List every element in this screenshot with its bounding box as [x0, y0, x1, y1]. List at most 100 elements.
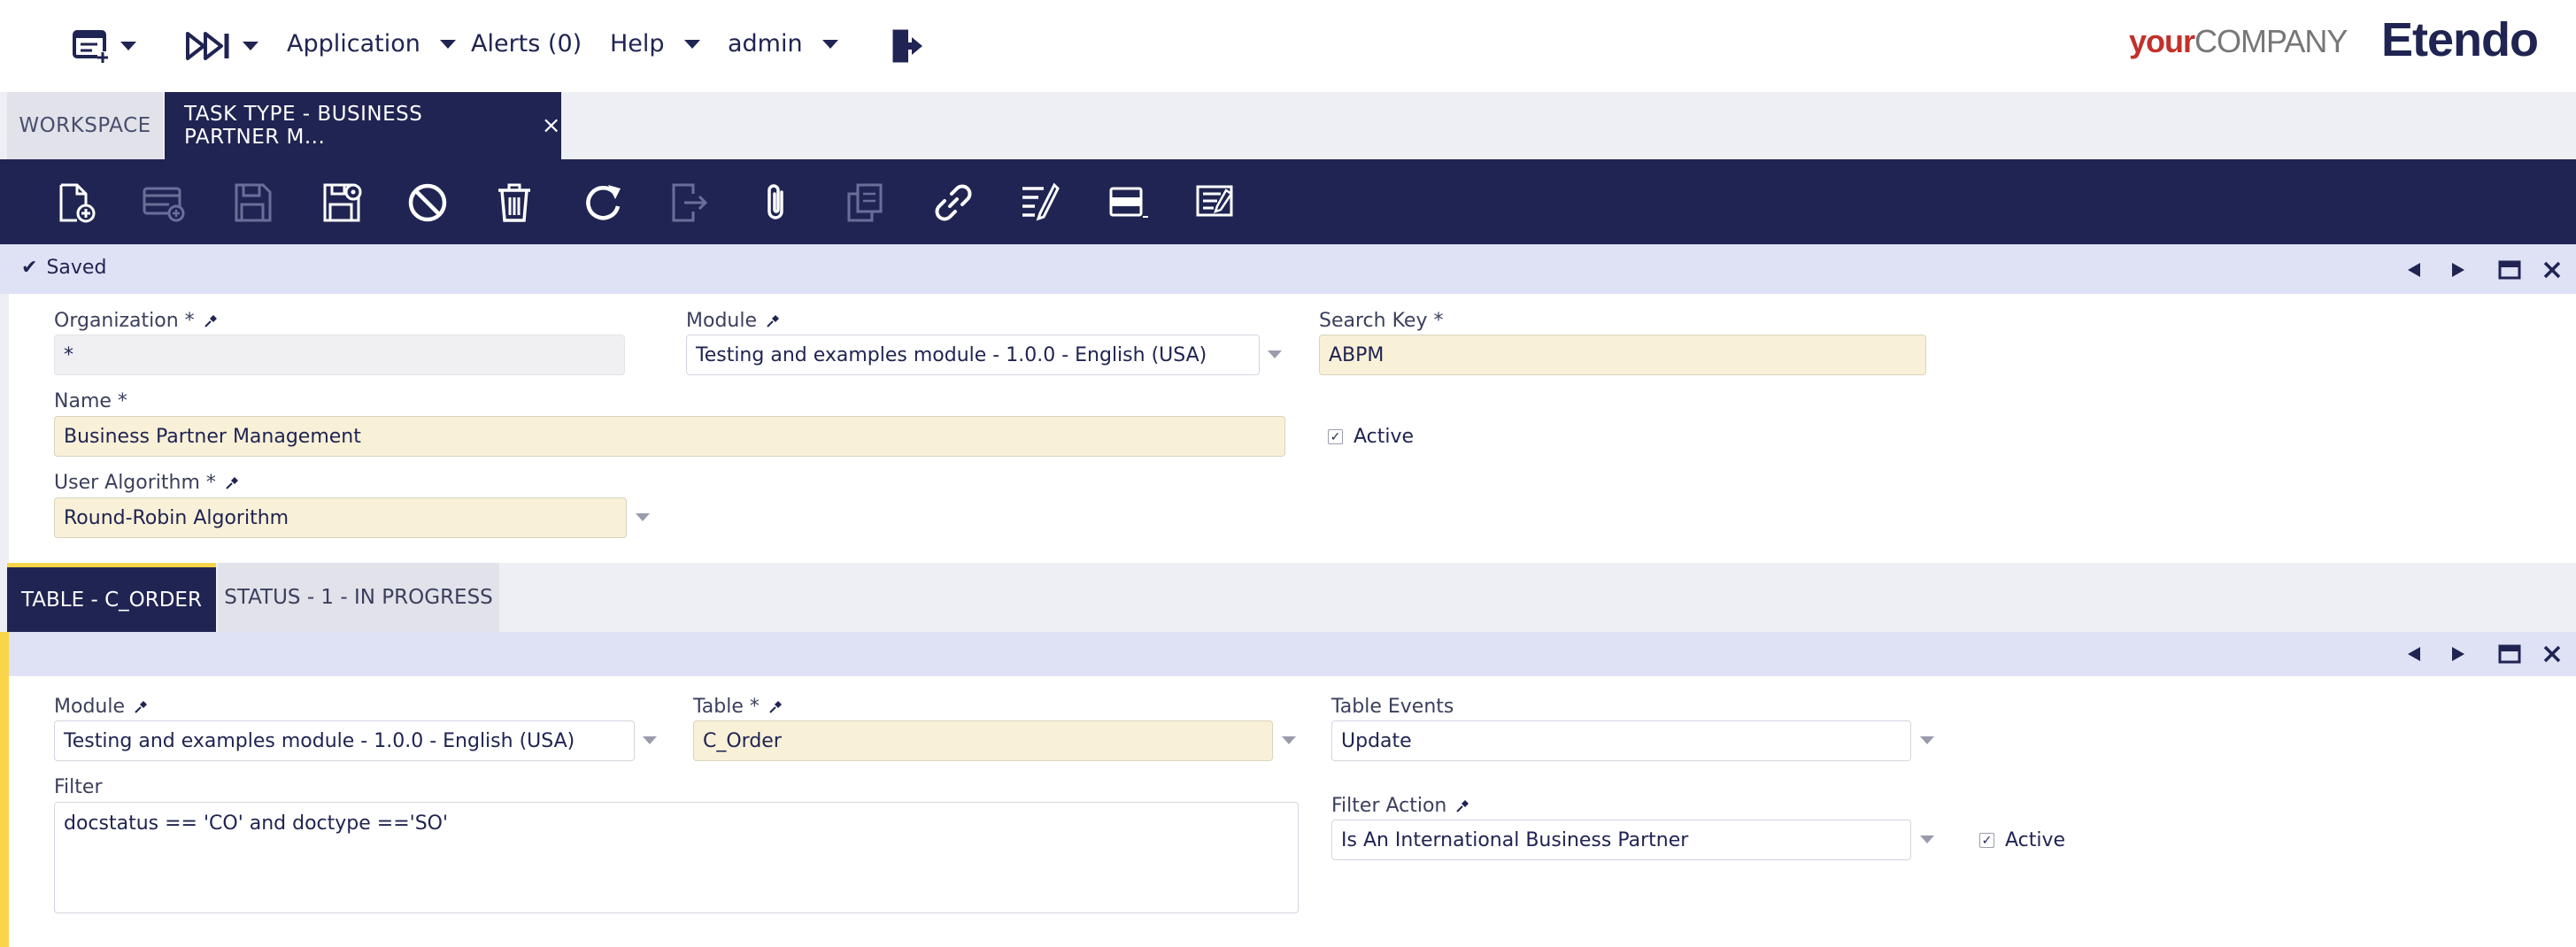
maximize-icon: [2498, 644, 2521, 664]
form-left-border: [0, 294, 9, 563]
help-menu[interactable]: Help: [610, 30, 700, 58]
undo-button[interactable]: [405, 181, 450, 225]
link-icon: [935, 184, 972, 221]
next-record-button[interactable]: [2447, 258, 2470, 281]
close-icon[interactable]: ×: [542, 112, 561, 139]
table-events-select[interactable]: Update: [1331, 720, 1911, 761]
chevron-down-icon: [120, 42, 136, 50]
pin-icon: [135, 700, 147, 713]
tab-workspace[interactable]: WORKSPACE: [7, 92, 163, 159]
delete-icon: [498, 183, 530, 222]
child-module-select[interactable]: Testing and examples module - 1.0.0 - En…: [54, 720, 635, 761]
undo-icon: [408, 183, 447, 222]
application-menu-label: Application: [287, 30, 420, 58]
tab-status-in-progress[interactable]: STATUS - 1 - IN PROGRESS: [218, 563, 499, 632]
status-text: Saved: [46, 257, 107, 279]
link-button[interactable]: [931, 181, 976, 225]
search-key-field[interactable]: ABPM: [1319, 335, 1926, 375]
name-label: Name *: [54, 390, 127, 412]
dropdown-arrow-icon[interactable]: [1920, 736, 1934, 744]
maximize-button[interactable]: [2498, 258, 2521, 281]
tab-workspace-label: WORKSPACE: [19, 114, 151, 137]
export-icon: [672, 183, 708, 222]
new-document-icon: [59, 183, 96, 223]
refresh-icon: [586, 185, 621, 220]
user-menu[interactable]: admin: [728, 30, 838, 58]
dropdown-arrow-icon[interactable]: [643, 736, 657, 744]
grid-form-toggle-button[interactable]: [1107, 181, 1151, 225]
clone-icon: [847, 183, 883, 222]
status-bar: ✔ Saved: [0, 244, 2576, 294]
tab-task-type-label: TASK TYPE - BUSINESS PARTNER M...: [184, 103, 423, 149]
active-checkbox[interactable]: ✓ Active: [1328, 426, 1414, 448]
chevron-down-icon: [821, 39, 838, 49]
checkmark-icon: ✔: [21, 257, 38, 279]
pin-icon: [767, 314, 779, 327]
attachment-icon: [767, 184, 783, 219]
name-field[interactable]: Business Partner Management: [54, 416, 1285, 457]
tab-task-type[interactable]: TASK TYPE - BUSINESS PARTNER M... ×: [165, 92, 561, 159]
checkbox-checked-icon: ✓: [1979, 833, 1994, 848]
tab-status-in-progress-label: STATUS - 1 - IN PROGRESS: [224, 586, 493, 609]
dropdown-arrow-icon[interactable]: [1282, 736, 1296, 744]
save-close-button[interactable]: [319, 181, 363, 225]
user-menu-label: admin: [728, 30, 803, 58]
refresh-button[interactable]: [581, 181, 625, 225]
filter-label: Filter: [54, 776, 103, 798]
user-algorithm-label: User Algorithm *: [54, 472, 239, 494]
organization-label: Organization *: [54, 310, 218, 332]
arrow-left-icon: [2408, 263, 2420, 277]
clone-button[interactable]: [843, 181, 887, 225]
child-status-bar: [0, 632, 2576, 676]
dropdown-arrow-icon[interactable]: [636, 513, 650, 521]
save-close-icon: [323, 183, 362, 222]
user-algorithm-select[interactable]: Round-Robin Algorithm: [54, 497, 627, 538]
previous-record-button[interactable]: [2402, 643, 2426, 666]
previous-record-button[interactable]: [2402, 258, 2426, 281]
audit-button[interactable]: [1018, 181, 1062, 225]
next-record-button[interactable]: [2447, 643, 2470, 666]
table-select[interactable]: C_Order: [693, 720, 1273, 761]
checkbox-checked-icon: ✓: [1328, 429, 1343, 444]
child-module-label: Module: [54, 696, 148, 718]
save-button[interactable]: [230, 181, 274, 225]
toolbar: [0, 159, 2576, 244]
new-document-button[interactable]: [53, 181, 97, 225]
active-tab-indicator: [0, 632, 9, 947]
close-view-button[interactable]: [2541, 258, 2564, 281]
logout-button[interactable]: [891, 27, 926, 65]
filter-action-label: Filter Action: [1331, 795, 1469, 817]
module-label: Module: [686, 310, 780, 332]
top-navbar: Application Alerts (0) Help admin yourCO…: [0, 0, 2576, 92]
status-message: ✔ Saved: [21, 257, 106, 279]
quick-launch-menu[interactable]: [73, 27, 136, 65]
chevron-down-icon: [243, 42, 258, 50]
new-row-button[interactable]: [142, 181, 186, 225]
tab-table-c-order[interactable]: TABLE - C_ORDER: [7, 563, 216, 632]
grid-form-toggle-icon: [1109, 187, 1148, 218]
pin-icon: [226, 476, 238, 489]
child-active-label: Active: [2005, 829, 2066, 851]
export-button[interactable]: [667, 181, 712, 225]
alerts-link[interactable]: Alerts (0): [471, 30, 582, 58]
close-view-button[interactable]: [2541, 643, 2564, 666]
dropdown-arrow-icon[interactable]: [1268, 350, 1282, 358]
attachment-button[interactable]: [754, 181, 798, 225]
module-select[interactable]: Testing and examples module - 1.0.0 - En…: [686, 335, 1260, 375]
chevron-down-icon: [439, 39, 456, 49]
close-icon: [2543, 261, 2561, 279]
arrow-right-icon: [2452, 263, 2464, 277]
recent-views-menu[interactable]: [186, 27, 258, 65]
child-active-checkbox[interactable]: ✓ Active: [1979, 829, 2065, 851]
filter-action-select[interactable]: Is An International Business Partner: [1331, 820, 1911, 860]
notes-button[interactable]: [1193, 181, 1238, 225]
dropdown-arrow-icon[interactable]: [1920, 835, 1934, 843]
pin-icon: [204, 314, 217, 327]
organization-field[interactable]: *: [54, 335, 625, 375]
filter-textarea[interactable]: [54, 802, 1299, 913]
active-label: Active: [1354, 426, 1415, 448]
delete-button[interactable]: [492, 181, 536, 225]
subtab-strip: TABLE - C_ORDER STATUS - 1 - IN PROGRESS: [0, 563, 2576, 632]
application-menu[interactable]: Application: [287, 30, 456, 58]
maximize-button[interactable]: [2498, 643, 2521, 666]
